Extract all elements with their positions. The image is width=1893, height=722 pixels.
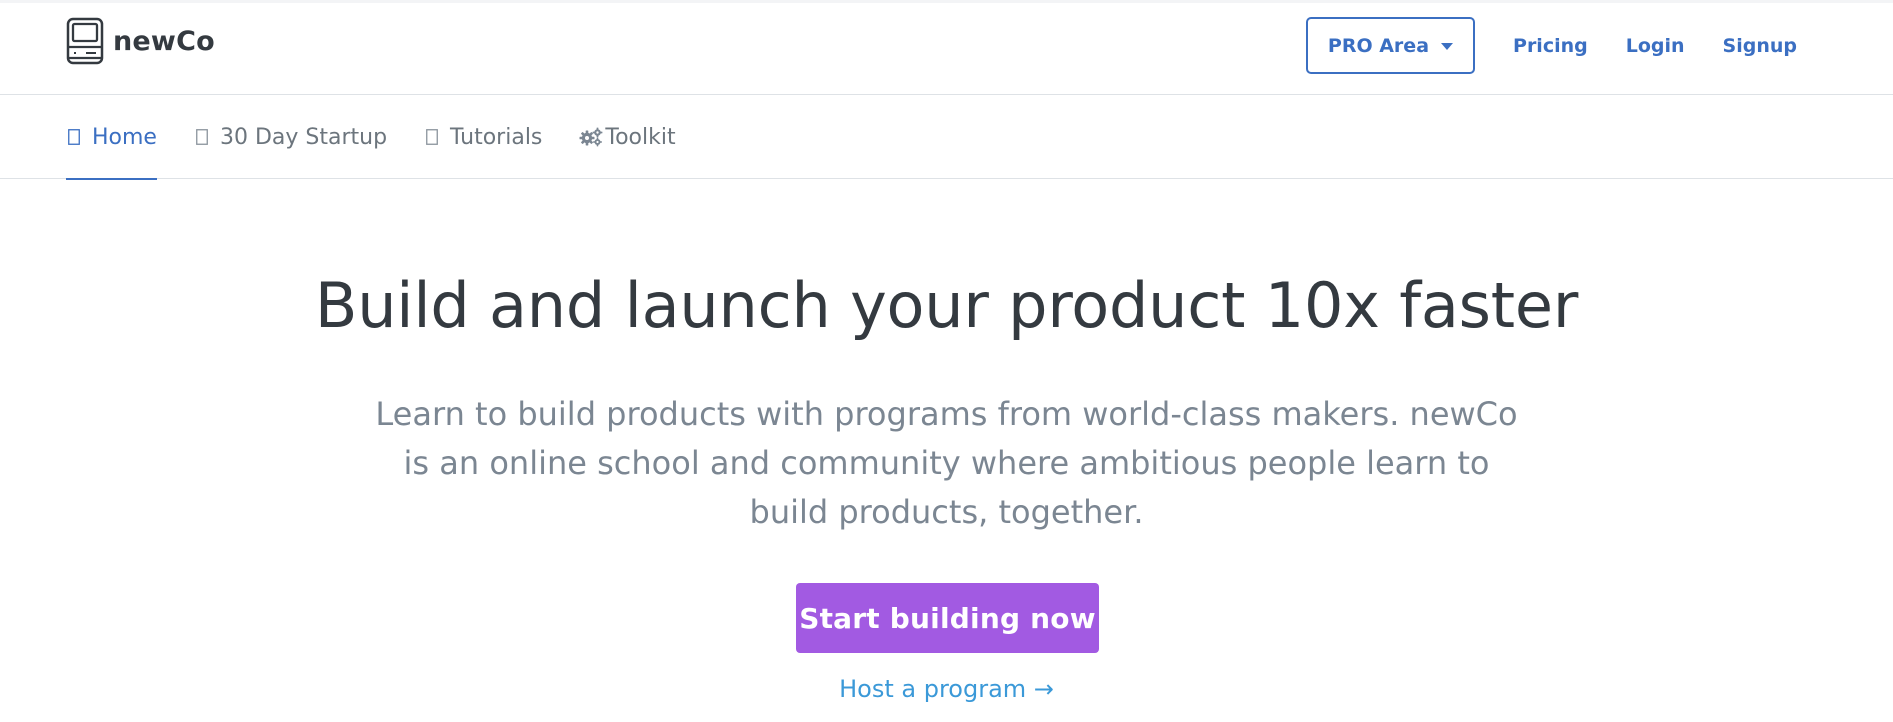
signup-link[interactable]: Signup: [1723, 35, 1797, 57]
gears-icon: [579, 126, 603, 148]
tab-toolkit[interactable]: Toolkit: [579, 95, 676, 179]
book-icon: [424, 126, 440, 148]
calendar-icon: [194, 126, 210, 148]
top-header: newCo PRO Area Pricing Login Signup: [0, 0, 1893, 95]
tab-30-day-startup-label: 30 Day Startup: [219, 124, 388, 150]
pro-area-dropdown-button[interactable]: PRO Area: [1305, 17, 1476, 74]
top-navigation: PRO Area Pricing Login Signup: [1305, 17, 1797, 74]
caret-down-icon: [1441, 43, 1454, 50]
pricing-link[interactable]: Pricing: [1513, 35, 1588, 57]
section-navigation: Home 30 Day Startup Tutorials Toolkit: [0, 95, 1893, 180]
login-link[interactable]: Login: [1626, 35, 1685, 57]
tab-home[interactable]: Home: [66, 95, 157, 180]
monitor-logo-icon: [66, 17, 104, 65]
hero-subtitle: Learn to build products with programs fr…: [375, 395, 1518, 531]
tab-tutorials-label: Tutorials: [450, 124, 543, 150]
start-building-button[interactable]: Start building now: [796, 583, 1099, 653]
brand-name: newCo: [113, 25, 215, 57]
home-icon: [66, 126, 82, 148]
host-program-link[interactable]: Host a program →: [0, 675, 1893, 703]
hero-title: Build and launch your product 10x faster: [314, 269, 1579, 342]
pro-area-label: PRO Area: [1327, 34, 1430, 57]
tab-tutorials[interactable]: Tutorials: [424, 95, 542, 179]
tab-toolkit-label: Toolkit: [605, 124, 676, 150]
tab-30-day-startup[interactable]: 30 Day Startup: [194, 95, 387, 179]
brand-home-link[interactable]: newCo: [66, 17, 215, 65]
tab-home-label: Home: [92, 124, 157, 150]
